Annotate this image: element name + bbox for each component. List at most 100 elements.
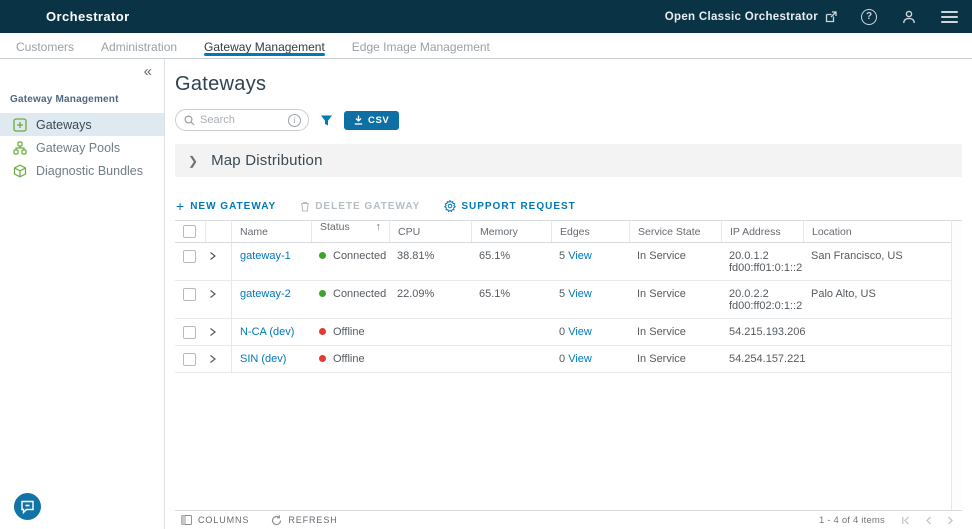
location-value: San Francisco, US (803, 243, 951, 280)
csv-button-label: CSV (368, 115, 389, 126)
edges-count: 0 (559, 353, 565, 365)
refresh-button[interactable]: REFRESH (271, 515, 337, 526)
gateway-pools-icon (13, 141, 27, 155)
search-info-icon[interactable]: i (288, 114, 301, 127)
gateway-name-link[interactable]: gateway-2 (240, 288, 291, 300)
expand-row-icon[interactable] (209, 327, 223, 337)
sort-ascending-icon: ↑ (368, 221, 382, 233)
refresh-button-label: REFRESH (288, 515, 337, 525)
status-text: Connected (333, 250, 386, 262)
column-header-service-state[interactable]: Service State (629, 221, 721, 242)
edges-view-link[interactable]: View (568, 326, 592, 338)
main-content: Gateways i CSV ❯ Map Distribution (165, 59, 972, 529)
gateway-name-link[interactable]: N-CA (dev) (240, 326, 294, 338)
sidebar-item-gateways[interactable]: Gateways (0, 113, 164, 136)
support-request-label: SUPPORT REQUEST (461, 201, 575, 212)
column-header-memory[interactable]: Memory (471, 221, 551, 242)
sidebar-item-label: Diagnostic Bundles (36, 164, 143, 178)
chevron-right-icon: ❯ (188, 154, 198, 168)
help-icon[interactable]: ? (861, 9, 877, 25)
row-checkbox[interactable] (183, 250, 196, 263)
collapse-sidebar-icon[interactable]: « (144, 65, 152, 78)
next-page-icon[interactable] (947, 516, 954, 525)
gear-icon (444, 200, 456, 212)
location-value: Palo Alto, US (803, 281, 951, 318)
new-gateway-button[interactable]: + NEW GATEWAY (176, 201, 276, 212)
download-icon (354, 115, 363, 125)
tab-gateway-management[interactable]: Gateway Management (204, 33, 325, 58)
service-state-value: In Service (629, 319, 721, 345)
open-classic-orchestrator-link[interactable]: Open Classic Orchestrator (665, 11, 837, 23)
tab-edge-image-management[interactable]: Edge Image Management (352, 33, 490, 58)
row-checkbox[interactable] (183, 326, 196, 339)
status-text: Offline (333, 353, 365, 365)
chat-fab[interactable] (14, 493, 41, 520)
table-scrollbar[interactable] (951, 220, 962, 510)
memory-value: 65.1% (471, 243, 551, 280)
first-page-icon[interactable] (901, 516, 910, 525)
csv-export-button[interactable]: CSV (344, 111, 399, 130)
sidebar-item-diagnostic-bundles[interactable]: Diagnostic Bundles (0, 159, 164, 182)
topbar: Orchestrator Open Classic Orchestrator ? (0, 0, 972, 33)
cpu-value: 22.09% (389, 281, 471, 318)
previous-page-icon[interactable] (925, 516, 932, 525)
edges-view-link[interactable]: View (568, 250, 592, 262)
expand-row-icon[interactable] (209, 289, 223, 299)
columns-button[interactable]: COLUMNS (181, 515, 249, 525)
ip-address-value: 20.0.1.2fd00:ff01:0:1::2 (721, 243, 803, 280)
trash-icon (300, 201, 310, 212)
column-header-location[interactable]: Location (803, 221, 951, 242)
service-state-value: In Service (629, 243, 721, 280)
row-checkbox[interactable] (183, 353, 196, 366)
ip-address-value: 20.0.2.2fd00:ff02:0:1::2 (721, 281, 803, 318)
expand-row-icon[interactable] (209, 251, 223, 261)
column-header-cpu[interactable]: CPU (389, 221, 471, 242)
search-icon (184, 115, 195, 126)
table-row: SIN (dev) Offline 0 View In Service 54.2… (175, 346, 951, 373)
service-state-value: In Service (629, 281, 721, 318)
status-dot (319, 252, 326, 259)
edges-count: 0 (559, 326, 565, 338)
edges-view-link[interactable]: View (568, 353, 592, 365)
table-footer: COLUMNS REFRESH 1 - 4 of 4 items (175, 510, 962, 529)
support-request-button[interactable]: SUPPORT REQUEST (444, 200, 575, 212)
ip-address-value: 54.254.157.221 (721, 346, 803, 372)
delete-gateway-button[interactable]: DELETE GATEWAY (300, 201, 420, 212)
filter-icon[interactable] (320, 114, 333, 127)
gateways-icon (13, 118, 27, 132)
cpu-value: 38.81% (389, 243, 471, 280)
menu-icon[interactable] (941, 11, 958, 23)
sidebar-item-label: Gateways (36, 118, 92, 132)
tab-customers[interactable]: Customers (16, 33, 74, 58)
search-input[interactable] (200, 114, 283, 126)
row-checkbox[interactable] (183, 288, 196, 301)
column-header-name[interactable]: Name (231, 221, 311, 242)
user-icon[interactable] (901, 9, 917, 25)
gateway-name-link[interactable]: gateway-1 (240, 250, 291, 262)
map-distribution-title: Map Distribution (211, 152, 323, 169)
page-title: Gateways (175, 73, 962, 96)
tab-administration[interactable]: Administration (101, 33, 177, 58)
column-header-ip-address[interactable]: IP Address (721, 221, 803, 242)
pagination-range: 1 - 4 of 4 items (819, 515, 885, 526)
sidebar: « Gateway Management Gateways Gateway Po… (0, 59, 165, 529)
cpu-value (389, 346, 471, 372)
status-text: Connected (333, 288, 386, 300)
memory-value (471, 319, 551, 345)
expand-row-icon[interactable] (209, 354, 223, 364)
diagnostic-bundles-icon (13, 164, 27, 178)
status-dot (319, 290, 326, 297)
map-distribution-panel[interactable]: ❯ Map Distribution (175, 144, 962, 177)
edges-view-link[interactable]: View (568, 288, 592, 300)
column-header-edges[interactable]: Edges (551, 221, 629, 242)
select-all-checkbox[interactable] (183, 225, 196, 238)
gateway-name-link[interactable]: SIN (dev) (240, 353, 286, 365)
column-header-status[interactable]: Status ↑ (311, 221, 389, 242)
gateways-table: Name Status ↑ CPU Memory Edges Service S… (175, 220, 962, 529)
sidebar-item-gateway-pools[interactable]: Gateway Pools (0, 136, 164, 159)
memory-value: 65.1% (471, 281, 551, 318)
service-state-value: In Service (629, 346, 721, 372)
expand-column-header (205, 221, 231, 242)
status-dot (319, 355, 326, 362)
edges-count: 5 (559, 288, 565, 300)
